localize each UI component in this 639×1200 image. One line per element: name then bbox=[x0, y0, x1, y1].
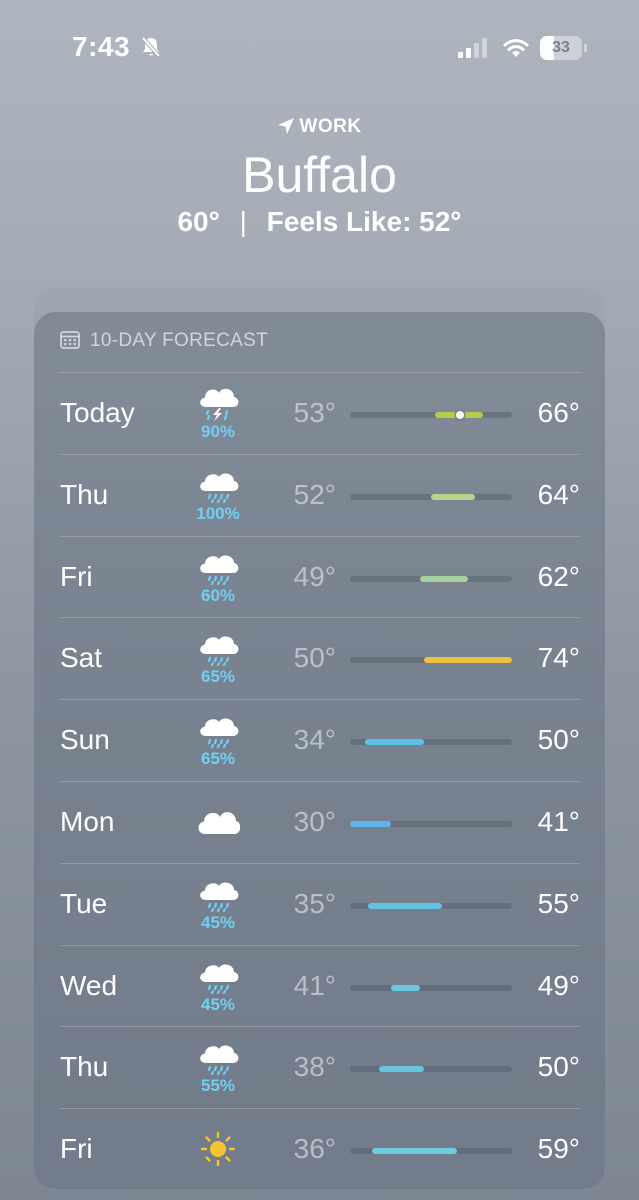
cellular-signal-icon bbox=[458, 38, 487, 58]
temperature-range-bar bbox=[350, 493, 512, 500]
forecast-day: Sat bbox=[60, 642, 103, 674]
feels-like-temperature: Feels Like: 52° bbox=[266, 206, 462, 237]
temperature-range-bar bbox=[350, 411, 512, 419]
forecast-day: Thu bbox=[60, 478, 109, 510]
rain-icon bbox=[196, 958, 240, 994]
precipitation-chance: 65% bbox=[200, 749, 236, 769]
precipitation-chance: 45% bbox=[200, 912, 236, 932]
low-temperature: 53° bbox=[293, 397, 336, 428]
rain-icon bbox=[196, 549, 240, 585]
forecast-day: Mon bbox=[60, 806, 115, 837]
high-temperature: 64° bbox=[537, 478, 580, 510]
low-temperature: 52° bbox=[293, 478, 336, 510]
precipitation-chance: 65% bbox=[200, 667, 236, 687]
forecast-day: Sun bbox=[60, 724, 110, 756]
forecast-row[interactable]: Tue 45% 35° 55° bbox=[60, 862, 580, 946]
low-temperature: 35° bbox=[293, 887, 336, 919]
city-name: Buffalo bbox=[242, 147, 397, 203]
location-label-text: WORK bbox=[299, 116, 362, 137]
temperature-range-fill bbox=[364, 739, 424, 746]
location-label: WORK bbox=[0, 116, 639, 138]
temperature-range-fill bbox=[390, 984, 420, 991]
forecast-row[interactable]: Sat 65% 50° 74° bbox=[60, 617, 580, 700]
high-temperature: 59° bbox=[537, 1133, 580, 1165]
rain-icon bbox=[196, 630, 240, 667]
forecast-row[interactable]: Thu 100% 52° 64° bbox=[60, 453, 580, 537]
high-temperature: 49° bbox=[537, 969, 580, 1001]
forecast-row[interactable]: Sun 65% 34° 50° bbox=[60, 699, 580, 782]
high-temperature: 55° bbox=[537, 887, 580, 919]
high-temperature: 41° bbox=[537, 806, 580, 837]
status-bar: 7:43 33 bbox=[0, 0, 639, 96]
high-temperature: 50° bbox=[537, 1051, 580, 1083]
precipitation-chance: 55% bbox=[200, 1076, 236, 1096]
temperature-range-bar bbox=[350, 1148, 512, 1155]
cloud-icon bbox=[196, 804, 241, 840]
thunderstorm-icon bbox=[196, 385, 240, 421]
precipitation-chance: 45% bbox=[200, 994, 236, 1014]
bell-slash-icon bbox=[141, 36, 161, 58]
status-time: 7:43 bbox=[72, 31, 131, 62]
temperature-range-fill bbox=[419, 575, 468, 582]
temperature-range-fill bbox=[379, 1066, 424, 1073]
high-temperature: 62° bbox=[537, 560, 580, 592]
forecast-day: Fri bbox=[60, 1133, 93, 1165]
forecast-day: Wed bbox=[60, 969, 118, 1001]
high-temperature: 50° bbox=[537, 724, 580, 756]
current-conditions: 60° | Feels Like: 52° bbox=[0, 206, 639, 238]
calendar-icon bbox=[60, 331, 80, 349]
forecast-day: Today bbox=[60, 397, 135, 428]
forecast-row[interactable]: Thu 55% 38° 50° bbox=[60, 1026, 580, 1109]
temperature-range-fill bbox=[350, 821, 391, 827]
low-temperature: 50° bbox=[293, 642, 336, 674]
low-temperature: 30° bbox=[293, 806, 336, 837]
rain-icon bbox=[196, 467, 240, 503]
forecast-row[interactable]: Fri 36° 59° bbox=[60, 1108, 580, 1191]
low-temperature: 36° bbox=[293, 1133, 336, 1165]
forecast-day: Fri bbox=[60, 560, 93, 592]
forecast-row[interactable]: Fri 60% 49° 62° bbox=[60, 535, 580, 619]
current-temperature: 60° bbox=[177, 206, 220, 237]
wifi-icon bbox=[503, 39, 529, 57]
precipitation-chance: 60% bbox=[200, 585, 236, 605]
temperature-range-fill bbox=[368, 902, 443, 909]
temperature-range-bar bbox=[350, 821, 512, 827]
temperature-range-bar bbox=[350, 902, 512, 909]
forecast-row[interactable]: Today 90% 53° 66° bbox=[60, 372, 580, 455]
rain-icon bbox=[196, 1039, 240, 1076]
forecast-title: 10-DAY FORECAST bbox=[90, 330, 269, 351]
temperature-range-fill bbox=[423, 657, 512, 664]
location-arrow-icon bbox=[278, 118, 295, 134]
temp-separator: | bbox=[239, 206, 247, 237]
low-temperature: 49° bbox=[293, 560, 336, 592]
temperature-range-bar bbox=[350, 984, 512, 991]
temperature-range-bar bbox=[350, 657, 512, 664]
forecast-day: Thu bbox=[60, 1051, 109, 1083]
high-temperature: 74° bbox=[537, 642, 580, 674]
precipitation-chance: 90% bbox=[200, 422, 236, 441]
precipitation-chance: 100% bbox=[196, 503, 240, 523]
forecast-header: 10-DAY FORECAST bbox=[60, 330, 268, 352]
low-temperature: 34° bbox=[293, 724, 336, 756]
forecast-day: Tue bbox=[60, 887, 108, 919]
rain-icon bbox=[196, 876, 240, 912]
temperature-range-fill bbox=[372, 1148, 457, 1155]
battery-indicator: 33 bbox=[540, 36, 588, 60]
temperature-range-bar bbox=[350, 1066, 512, 1073]
temperature-range-bar bbox=[350, 739, 512, 746]
rain-icon bbox=[196, 712, 240, 749]
temperature-range-bar bbox=[350, 575, 512, 582]
low-temperature: 41° bbox=[293, 969, 336, 1001]
high-temperature: 66° bbox=[537, 397, 580, 428]
temperature-range-fill bbox=[431, 493, 476, 500]
sun-icon bbox=[196, 1131, 240, 1167]
forecast-row[interactable]: Wed 45% 41° 49° bbox=[60, 944, 580, 1028]
ten-day-forecast-card[interactable]: 10-DAY FORECAST Today 90% 53° 66° Thu 100% 52°… bbox=[34, 312, 605, 1189]
battery-percent: 33 bbox=[552, 39, 570, 56]
low-temperature: 38° bbox=[293, 1051, 336, 1083]
forecast-row[interactable]: Mon 30° 41° bbox=[60, 781, 580, 864]
